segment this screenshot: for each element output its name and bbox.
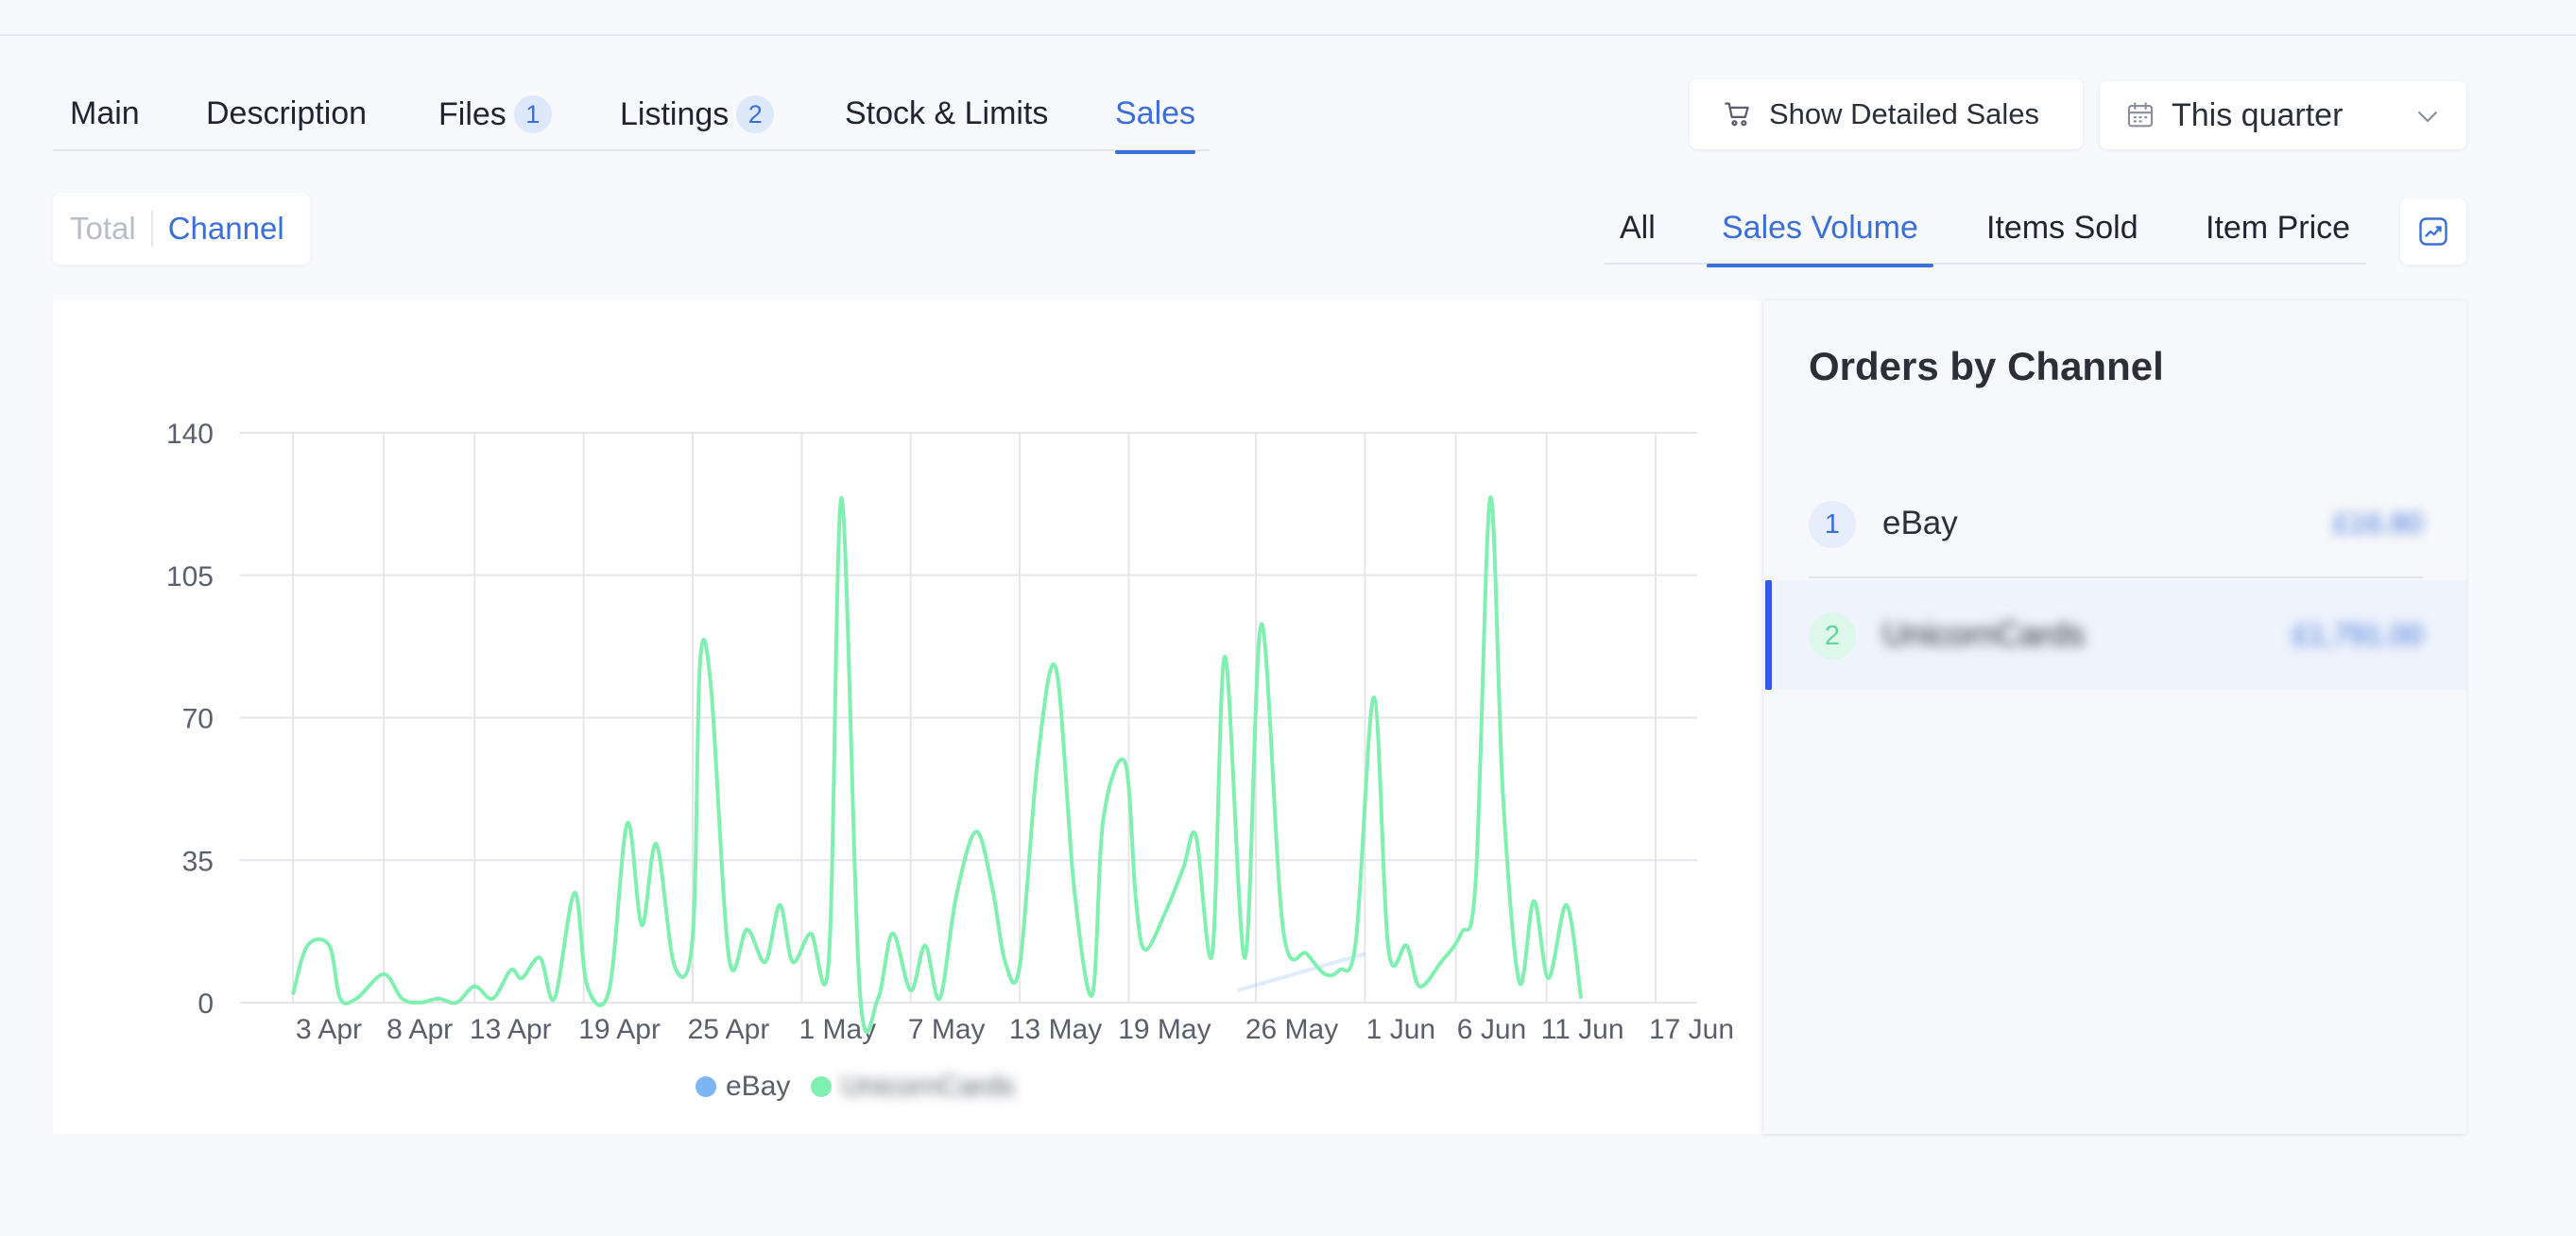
legend-item-ebay[interactable]: eBay	[696, 1071, 790, 1103]
channel-name: eBay	[1882, 505, 1958, 541]
listings-count-badge: 2	[736, 95, 775, 133]
sales-line-chart: 0 35 70 105 140 3 Apr 8 Apr 13 Apr 19 Apr 25 Apr 1…	[166, 419, 1734, 1045]
metric-tab-items-sold[interactable]: Items Sold	[1986, 198, 2138, 265]
y-tick-label: 140	[166, 419, 214, 450]
x-tick-label: 11 Jun	[1541, 1014, 1624, 1045]
channel-row-ebay[interactable]: 1 eBay £16.80	[1763, 469, 2466, 578]
calendar-icon	[2127, 102, 2154, 128]
product-tabs: Main Description Files 1 Listings 2 Stock …	[53, 85, 1210, 154]
total-option[interactable]: Total	[70, 211, 136, 247]
y-tick-label: 105	[166, 561, 214, 592]
tab-files-label: Files	[438, 96, 507, 132]
y-tick-label: 0	[197, 988, 214, 1020]
x-tick-label: 17 Jun	[1649, 1014, 1734, 1045]
tab-description-label: Description	[206, 95, 368, 131]
y-tick-label: 35	[182, 846, 214, 877]
legend-label-unicorncards: UnicornCards	[841, 1071, 1015, 1102]
channel-option[interactable]: Channel	[168, 211, 284, 247]
channel-value: £16.80	[2333, 506, 2423, 540]
sales-chart: 0 35 70 105 140 3 Apr 8 Apr 13 Apr 19 Apr 25 Apr 1…	[53, 300, 1765, 1134]
tab-listings[interactable]: Listings 2	[620, 85, 775, 151]
legend-dot-unicorncards	[811, 1076, 833, 1097]
metric-tab-item-price-label: Item Price	[2206, 210, 2351, 246]
tab-main[interactable]: Main	[70, 85, 140, 151]
top-divider	[0, 34, 2576, 36]
channel-value: £1,791.00	[2293, 618, 2423, 651]
chevron-down-icon	[2418, 112, 2437, 123]
show-detailed-sales-button[interactable]: Show Detailed Sales	[1690, 79, 2083, 149]
x-tick-label: 13 Apr	[470, 1014, 552, 1045]
legend-label-ebay: eBay	[726, 1071, 791, 1102]
tab-main-label: Main	[70, 95, 140, 131]
legend-dot-ebay	[696, 1076, 716, 1097]
tab-sales[interactable]: Sales	[1115, 85, 1196, 154]
x-tick-label: 19 May	[1118, 1014, 1211, 1045]
tab-listings-label: Listings	[620, 96, 730, 132]
toggle-divider	[150, 211, 153, 247]
channel-row-unicorncards[interactable]: 2 UnicornCards £1,791.00	[1763, 580, 2466, 690]
tab-stock-limits-label: Stock & Limits	[845, 95, 1049, 131]
metric-tab-sales-volume[interactable]: Sales Volume	[1707, 198, 1933, 267]
channel-rank: 1	[1809, 501, 1856, 548]
x-tick-label: 1 Jun	[1366, 1014, 1435, 1045]
metric-tab-sales-volume-label: Sales Volume	[1722, 210, 1918, 246]
files-count-badge: 1	[513, 95, 552, 133]
series-line-unicorncards	[291, 495, 1584, 1035]
orders-by-channel-title: Orders by Channel	[1809, 344, 2164, 388]
metric-tab-all[interactable]: All	[1620, 198, 1656, 265]
total-channel-toggle: Total Channel	[53, 193, 310, 265]
tab-files[interactable]: Files 1	[438, 85, 552, 151]
x-tick-label: 7 May	[908, 1014, 986, 1045]
cart-icon	[1725, 102, 1749, 127]
x-tick-label: 19 Apr	[578, 1014, 661, 1045]
metric-tab-item-price[interactable]: Item Price	[2206, 198, 2350, 265]
tab-sales-label: Sales	[1115, 95, 1196, 131]
channel-rank: 2	[1809, 612, 1856, 660]
metric-tabs: All Sales Volume Items Sold Item Price	[1605, 198, 2366, 267]
y-tick-label: 70	[182, 704, 214, 735]
x-tick-label: 3 Apr	[296, 1014, 362, 1045]
line-chart-icon	[2419, 217, 2447, 246]
tab-stock-limits[interactable]: Stock & Limits	[845, 85, 1048, 151]
orders-by-channel-panel: Orders by Channel 1 eBay £16.80 2 Unicor…	[1763, 300, 2466, 1134]
period-select[interactable]: This quarter	[2100, 81, 2466, 149]
x-tick-label: 25 Apr	[688, 1014, 770, 1045]
chart-legend: eBay UnicornCards	[696, 1066, 1036, 1107]
legend-item-unicorncards[interactable]: UnicornCards	[811, 1071, 1015, 1103]
chart-type-button[interactable]	[2400, 198, 2466, 265]
x-tick-label: 13 May	[1009, 1014, 1102, 1045]
tab-description[interactable]: Description	[206, 85, 367, 151]
x-tick-label: 8 Apr	[386, 1014, 453, 1045]
x-tick-label: 26 May	[1245, 1014, 1338, 1045]
metric-tab-all-label: All	[1620, 210, 1656, 246]
x-tick-label: 6 Jun	[1457, 1014, 1526, 1045]
period-select-value: This quarter	[2172, 96, 2344, 133]
metric-tab-items-sold-label: Items Sold	[1986, 210, 2138, 246]
channel-name: UnicornCards	[1882, 616, 2085, 653]
show-detailed-sales-label: Show Detailed Sales	[1769, 97, 2040, 130]
row-divider	[1809, 576, 2423, 578]
selected-row-indicator	[1765, 580, 1772, 690]
